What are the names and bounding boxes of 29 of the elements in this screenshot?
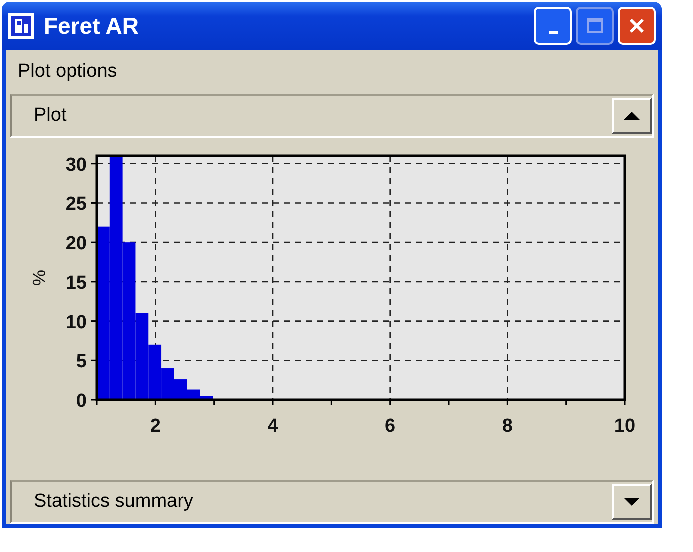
close-button[interactable] — [618, 7, 656, 45]
collapse-arrow-icon — [623, 111, 641, 121]
x-tick-label: 8 — [502, 416, 513, 437]
menu-label[interactable]: Plot options — [6, 50, 118, 94]
expand-arrow-icon — [623, 497, 641, 507]
x-tick-label: 10 — [614, 416, 636, 437]
x-tick-label: 4 — [268, 416, 278, 437]
toggle-button[interactable] — [612, 484, 652, 520]
y-tick-label: 30 — [66, 154, 87, 176]
minimize-icon — [548, 30, 558, 34]
close-icon — [628, 17, 646, 35]
y-tick-label: 0 — [76, 391, 87, 412]
toggle-button[interactable] — [612, 98, 652, 134]
y-tick-label: 20 — [66, 234, 87, 255]
x-tick-label: 6 — [385, 416, 396, 437]
app-icon — [8, 13, 34, 39]
window-title: Feret AR — [44, 12, 140, 40]
maximize-icon — [586, 17, 604, 35]
minimize-button[interactable] — [534, 7, 572, 45]
y-tick-label: 5 — [76, 352, 87, 373]
x-tick-label: 2 — [150, 416, 161, 437]
section-header[interactable]: Statistics summary — [10, 480, 654, 524]
y-tick-label: 15 — [66, 272, 87, 294]
y-tick-label: 10 — [66, 312, 87, 334]
section-title: Plot — [34, 105, 67, 127]
y-axis-label: % — [29, 270, 49, 286]
section-header[interactable]: Plot — [10, 94, 654, 138]
y-tick-label: 25 — [66, 194, 87, 216]
section-title: Statistics summary — [34, 491, 194, 513]
